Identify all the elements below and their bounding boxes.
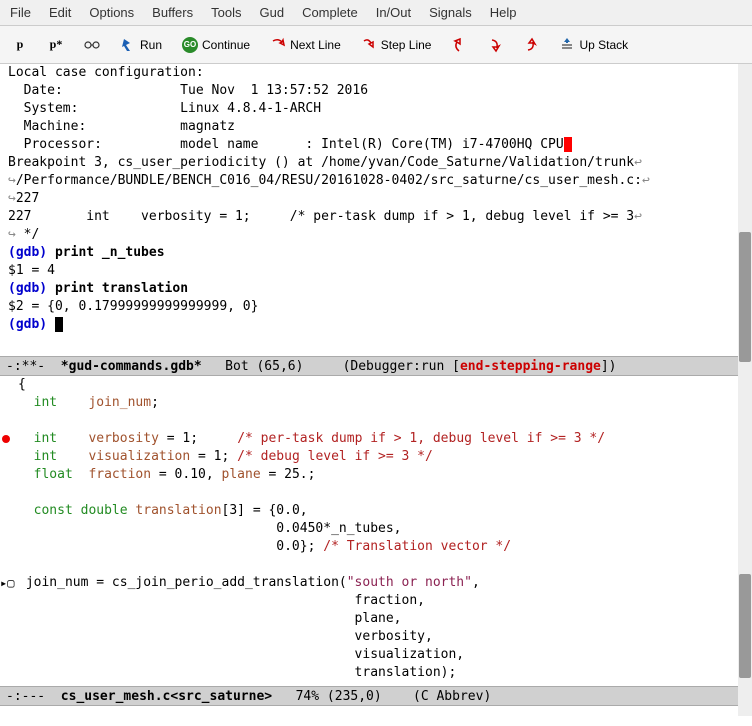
minibuffer[interactable] xyxy=(0,706,752,726)
menu-file[interactable]: File xyxy=(10,5,31,20)
menu-buffers[interactable]: Buffers xyxy=(152,5,193,20)
src-line: join_num = cs_join_perio_add_translation… xyxy=(18,574,744,592)
break-button[interactable]: p xyxy=(12,37,28,53)
src-line: translation); xyxy=(18,664,744,682)
src-line: 0.0}; /* Translation vector */ xyxy=(18,538,744,556)
run-button[interactable]: Run xyxy=(120,37,162,53)
gud-line: 227 int verbosity = 1; /* per-task dump … xyxy=(8,208,744,226)
toolbar: p p* Run GOContinue Next Line Step Line … xyxy=(0,26,752,64)
modeline-prefix: -:**- xyxy=(6,359,61,374)
src-line: 0.0450*_n_tubes, xyxy=(18,520,744,538)
gdb-output: $1 = 4 xyxy=(8,262,744,280)
next-line-button[interactable]: Next Line xyxy=(270,37,341,53)
menu-edit[interactable]: Edit xyxy=(49,5,71,20)
src-line: const double translation[3] = {0.0, xyxy=(18,502,744,520)
up-stack-button[interactable]: Up Stack xyxy=(559,37,628,53)
break-icon: p xyxy=(12,37,28,53)
down-frame-button[interactable] xyxy=(487,37,503,53)
scroll-thumb-top[interactable] xyxy=(739,232,751,362)
modeline-pos: Bot (65,6) (Debugger:run [ xyxy=(202,359,460,374)
menu-inout[interactable]: In/Out xyxy=(376,5,411,20)
run-icon xyxy=(120,37,136,53)
gdb-prompt[interactable]: (gdb) xyxy=(8,316,744,334)
up-frame-button[interactable] xyxy=(523,37,539,53)
menu-options[interactable]: Options xyxy=(89,5,134,20)
next-line-icon xyxy=(270,37,286,53)
continue-icon: GO xyxy=(182,37,198,53)
modeline2-pos: 74% (235,0) (C Abbrev) xyxy=(272,689,491,704)
gud-line: ↪ */ xyxy=(8,226,744,244)
up-stack-icon xyxy=(559,37,575,53)
source-pane[interactable]: { int join_num; int verbosity = 1; /* pe… xyxy=(0,376,752,686)
menu-tools[interactable]: Tools xyxy=(211,5,241,20)
src-line: visualization, xyxy=(18,646,744,664)
gdb-prompt: (gdb) print translation xyxy=(8,280,744,298)
step-line-icon xyxy=(361,37,377,53)
src-line: float fraction = 0.10, plane = 25.; xyxy=(18,466,744,484)
gud-line: Date: Tue Nov 1 13:57:52 2016 xyxy=(8,82,744,100)
src-line: int join_num; xyxy=(18,394,744,412)
src-line: { xyxy=(18,376,744,394)
watch-button[interactable] xyxy=(84,37,100,53)
gud-line: ↪227 xyxy=(8,190,744,208)
next-line-label: Next Line xyxy=(290,38,341,52)
gud-line: Processor: model name : Intel(R) Core(TM… xyxy=(8,136,744,154)
breakpoint-marker[interactable] xyxy=(2,435,10,443)
step-line-button[interactable]: Step Line xyxy=(361,37,432,53)
gdb-output: $2 = {0, 0.17999999999999999, 0} xyxy=(8,298,744,316)
modeline2-buffer: cs_user_mesh.c<src_saturne> xyxy=(61,689,272,704)
gdb-prompt: (gdb) print _n_tubes xyxy=(8,244,744,262)
src-line: int verbosity = 1; /* per-task dump if >… xyxy=(18,430,744,448)
finish-button[interactable] xyxy=(451,37,467,53)
gud-pane[interactable]: Local case configuration: Date: Tue Nov … xyxy=(0,64,752,356)
modeline-suffix: ]) xyxy=(601,359,617,374)
up-icon xyxy=(523,37,539,53)
step-line-label: Step Line xyxy=(381,38,432,52)
modeline-gud: -:**- *gud-commands.gdb* Bot (65,6) (Deb… xyxy=(0,356,752,376)
finish-icon xyxy=(451,37,467,53)
menu-gud[interactable]: Gud xyxy=(259,5,284,20)
continue-button[interactable]: GO Continue xyxy=(182,37,250,53)
gud-line: ↪/Performance/BUNDLE/BENCH_C016_04/RESU/… xyxy=(8,172,744,190)
modeline2-prefix: -:--- xyxy=(6,689,61,704)
src-line xyxy=(18,412,744,430)
gud-line: Machine: magnatz xyxy=(8,118,744,136)
menu-signals[interactable]: Signals xyxy=(429,5,472,20)
run-label: Run xyxy=(140,38,162,52)
current-line-arrow: ▸▢ xyxy=(0,574,14,592)
break-star-button[interactable]: p* xyxy=(48,37,64,53)
src-line: plane, xyxy=(18,610,744,628)
menu-help[interactable]: Help xyxy=(490,5,517,20)
down-icon xyxy=(487,37,503,53)
menubar: File Edit Options Buffers Tools Gud Comp… xyxy=(0,0,752,26)
continue-label: Continue xyxy=(202,38,250,52)
gud-line: Breakpoint 3, cs_user_periodicity () at … xyxy=(8,154,744,172)
glasses-icon xyxy=(84,37,100,53)
modeline-status: end-stepping-range xyxy=(460,359,601,374)
modeline-buffer: *gud-commands.gdb* xyxy=(61,359,202,374)
src-line: verbosity, xyxy=(18,628,744,646)
src-line xyxy=(18,556,744,574)
src-line xyxy=(18,484,744,502)
gud-line: Local case configuration: xyxy=(8,64,744,82)
modeline-src: -:--- cs_user_mesh.c<src_saturne> 74% (2… xyxy=(0,686,752,706)
src-line: int visualization = 1; /* debug level if… xyxy=(18,448,744,466)
menu-complete[interactable]: Complete xyxy=(302,5,358,20)
break-star-icon: p* xyxy=(48,37,64,53)
src-line: fraction, xyxy=(18,592,744,610)
up-stack-label: Up Stack xyxy=(579,38,628,52)
gud-line: System: Linux 4.8.4-1-ARCH xyxy=(8,100,744,118)
scroll-thumb-bottom[interactable] xyxy=(739,574,751,678)
scrollbar[interactable] xyxy=(738,64,752,716)
